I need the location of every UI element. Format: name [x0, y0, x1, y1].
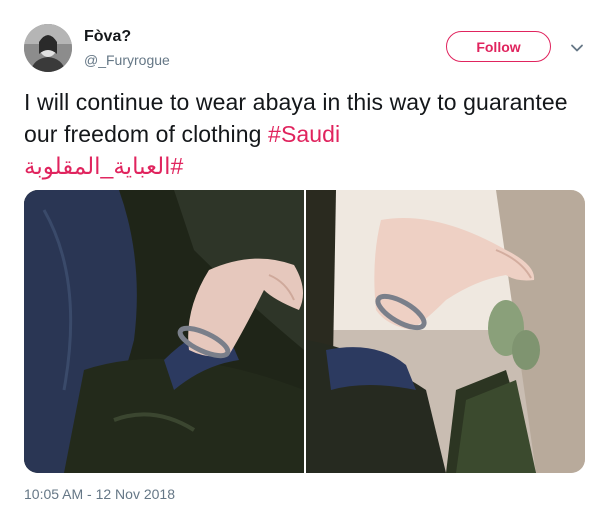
display-name[interactable]: Fòva?	[84, 28, 131, 46]
avatar[interactable]	[24, 24, 72, 72]
user-handle[interactable]: @_Furyrogue	[84, 52, 170, 68]
hashtag-saudi[interactable]: #Saudi	[268, 121, 340, 147]
photo-wrist-on-abaya[interactable]	[24, 190, 304, 473]
avatar-image	[24, 24, 72, 72]
tweet-timestamp[interactable]: 10:05 AM - 12 Nov 2018	[24, 486, 175, 502]
tweet-text: I will continue to wear abaya in this wa…	[24, 86, 584, 182]
follow-button[interactable]: Follow	[446, 31, 551, 62]
media-grid	[24, 190, 585, 473]
hashtag-abaya[interactable]: #العباية_المقلوبة	[24, 153, 183, 179]
chevron-down-icon[interactable]	[569, 40, 585, 56]
photo-wrist-and-shoes[interactable]	[306, 190, 585, 473]
